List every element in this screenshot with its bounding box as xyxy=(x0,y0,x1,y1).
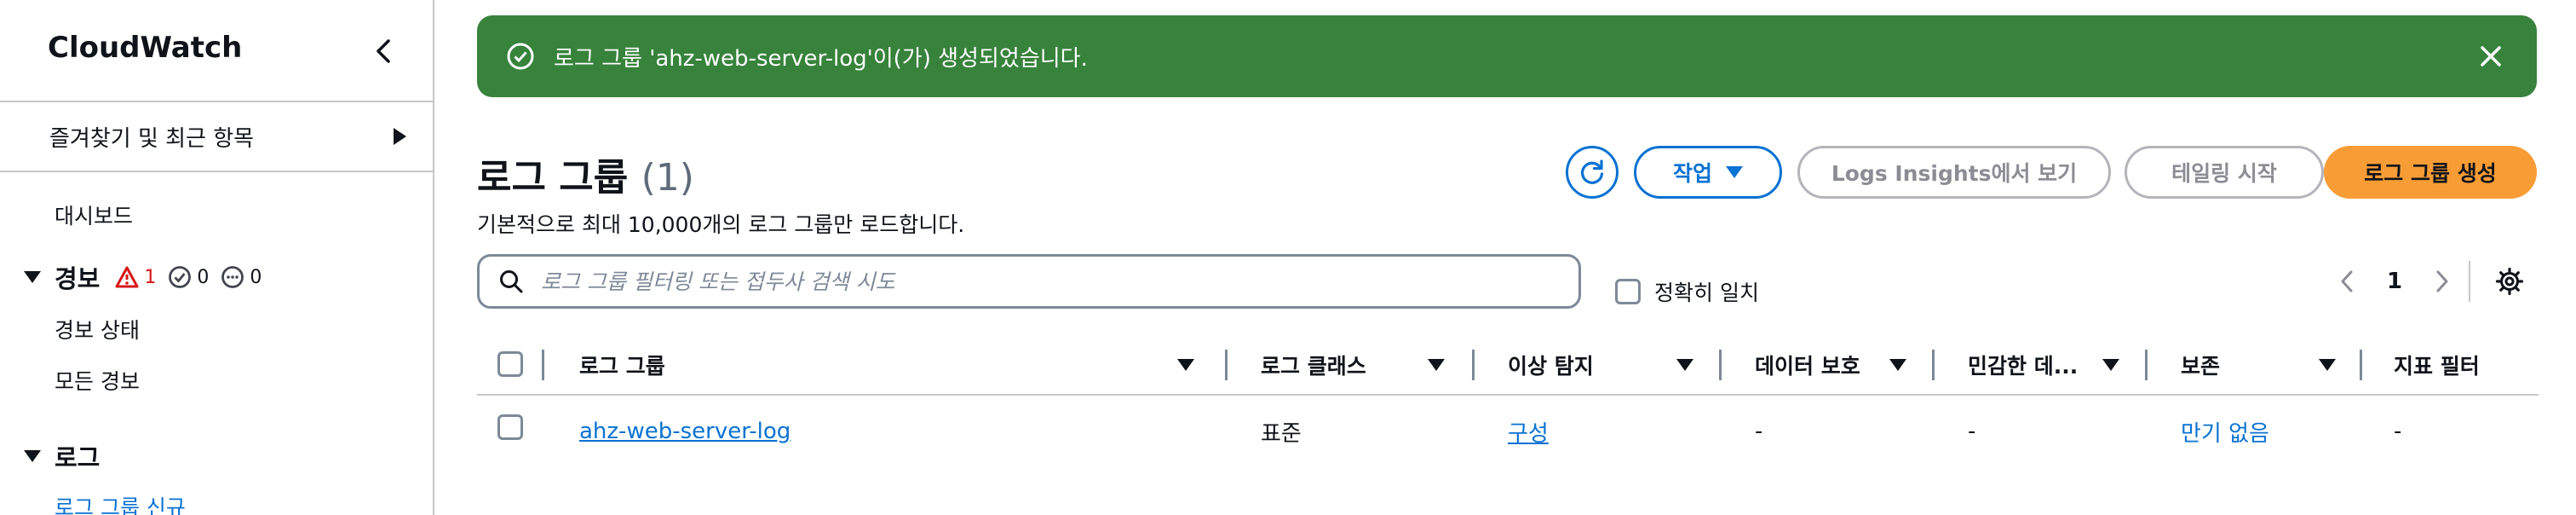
chevron-left-icon xyxy=(2341,270,2353,292)
alarms-label: 경보 xyxy=(55,264,101,293)
logs-label: 로그 xyxy=(55,443,101,472)
divider xyxy=(2469,261,2470,302)
column-header-sensitive-data[interactable]: 민감한 데... xyxy=(1968,334,2078,396)
metric-filters-cell: - xyxy=(2394,419,2402,444)
column-divider xyxy=(542,350,544,380)
dismiss-flash-button[interactable] xyxy=(2474,39,2508,73)
gear-icon xyxy=(2495,267,2524,296)
anomaly-detection-cell: 구성 xyxy=(1508,397,1549,466)
chevron-right-icon xyxy=(2436,270,2448,292)
column-header-log-group[interactable]: 로그 그룹 xyxy=(579,334,665,396)
column-header-retention[interactable]: 보존 xyxy=(2181,334,2220,396)
view-in-logs-insights-button[interactable]: Logs Insights에서 보기 xyxy=(1797,146,2111,199)
success-icon xyxy=(506,42,535,71)
row-checkbox[interactable] xyxy=(497,414,523,440)
log-group-link[interactable]: ahz-web-server-log xyxy=(579,419,791,444)
collapse-sidebar-button[interactable] xyxy=(368,36,399,67)
column-header-data-protection[interactable]: 데이터 보호 xyxy=(1755,334,1860,396)
page-title: 로그 그룹 (1) xyxy=(477,156,694,200)
sidebar-section-alarms[interactable]: 경보 1 0 0 xyxy=(24,259,273,295)
sort-icon xyxy=(2319,359,2336,371)
warning-icon xyxy=(115,266,139,288)
table-header: 로그 그룹 로그 클래스 이상 탐지 데이터 보호 민감한 데... 보존 지표… xyxy=(477,334,2539,396)
exact-match-label: 정확히 일치 xyxy=(1654,281,1759,305)
caret-down-icon xyxy=(1726,166,1743,178)
sort-icon xyxy=(1428,359,1445,371)
sort-icon xyxy=(2102,359,2119,371)
current-page[interactable]: 1 xyxy=(2387,269,2402,294)
success-flashbar: 로그 그룹 'ahz-web-server-log'이(가) 생성되었습니다. xyxy=(477,15,2537,97)
column-divider xyxy=(1719,350,1722,380)
create-log-group-button[interactable]: 로그 그룹 생성 xyxy=(2324,146,2537,199)
refresh-button[interactable] xyxy=(1566,146,1619,199)
retention-link[interactable]: 만기 없음 xyxy=(2181,416,2269,448)
start-tailing-button[interactable]: 테일링 시작 xyxy=(2125,146,2324,199)
ok-count[interactable]: 0 xyxy=(168,265,209,289)
sort-icon xyxy=(1676,359,1693,371)
next-page-button[interactable] xyxy=(2429,264,2455,298)
column-divider xyxy=(2360,350,2362,380)
pagination: 1 xyxy=(2334,264,2455,298)
search-box xyxy=(477,254,1581,309)
log-class-cell: 표준 xyxy=(1261,420,1302,447)
select-all-checkbox[interactable] xyxy=(497,351,523,377)
sort-icon xyxy=(1889,359,1906,371)
exact-match-checkbox[interactable] xyxy=(1615,279,1641,304)
page-description: 기본적으로 최대 10,000개의 로그 그룹만 로드합니다. xyxy=(477,212,965,237)
sidebar: CloudWatch 즐겨찾기 및 최근 항목 대시보드 경보 1 0 0 경보… xyxy=(0,0,434,515)
sensitive-data-cell: - xyxy=(1968,419,1976,444)
in-alarm-count[interactable]: 1 xyxy=(115,266,156,288)
flash-message: 로그 그룹 'ahz-web-server-log'이(가) 생성되었습니다. xyxy=(554,45,1088,72)
favorites-toggle[interactable]: 즐겨찾기 및 최근 항목 xyxy=(49,119,407,153)
caret-down-icon xyxy=(24,450,41,462)
column-divider xyxy=(2145,350,2148,380)
column-header-log-class[interactable]: 로그 클래스 xyxy=(1261,334,1366,396)
check-circle-icon xyxy=(169,266,192,288)
insufficient-data-count[interactable]: 0 xyxy=(221,265,262,289)
sidebar-section-logs[interactable]: 로그 xyxy=(24,438,100,474)
retention-cell: 만기 없음 xyxy=(2181,397,2269,466)
close-icon xyxy=(2481,46,2501,67)
table-preferences-button[interactable] xyxy=(2493,264,2527,298)
sidebar-item-dashboard[interactable]: 대시보드 xyxy=(55,200,133,230)
search-icon xyxy=(498,269,524,294)
sort-icon xyxy=(1177,359,1194,371)
chevron-left-icon xyxy=(377,39,390,63)
column-header-metric-filters[interactable]: 지표 필터 xyxy=(2394,334,2480,396)
log-group-filter-input[interactable] xyxy=(541,269,1560,294)
divider xyxy=(0,101,434,102)
favorites-label: 즐겨찾기 및 최근 항목 xyxy=(49,125,255,152)
previous-page-button[interactable] xyxy=(2334,264,2360,298)
sidebar-item-alarm-state[interactable]: 경보 상태 xyxy=(55,314,140,344)
divider xyxy=(0,171,434,172)
column-divider xyxy=(1225,350,1228,380)
log-group-count: (1) xyxy=(641,156,694,200)
caret-down-icon xyxy=(24,271,41,283)
column-divider xyxy=(1472,350,1475,380)
configure-anomaly-link[interactable]: 구성 xyxy=(1508,416,1549,448)
exact-match-toggle[interactable]: 정확히 일치 xyxy=(1615,276,1759,307)
table-row: ahz-web-server-log 표준 구성 - - 만기 없음 - xyxy=(477,397,2539,466)
sidebar-title: CloudWatch xyxy=(48,31,243,65)
actions-dropdown-button[interactable]: 작업 xyxy=(1634,146,1782,199)
log-group-name-cell: ahz-web-server-log xyxy=(579,397,791,466)
sidebar-item-all-alarms[interactable]: 모든 경보 xyxy=(55,365,140,396)
column-header-anomaly-detection[interactable]: 이상 탐지 xyxy=(1508,334,1594,396)
column-divider xyxy=(1932,350,1935,380)
caret-right-icon xyxy=(394,128,406,145)
alarm-counts: 1 0 0 xyxy=(115,265,273,289)
data-protection-cell: - xyxy=(1755,419,1763,444)
sidebar-item-log-groups[interactable]: 로그 그룹 신규 xyxy=(55,491,186,515)
refresh-icon xyxy=(1581,159,1604,184)
ellipsis-circle-icon xyxy=(221,266,244,288)
